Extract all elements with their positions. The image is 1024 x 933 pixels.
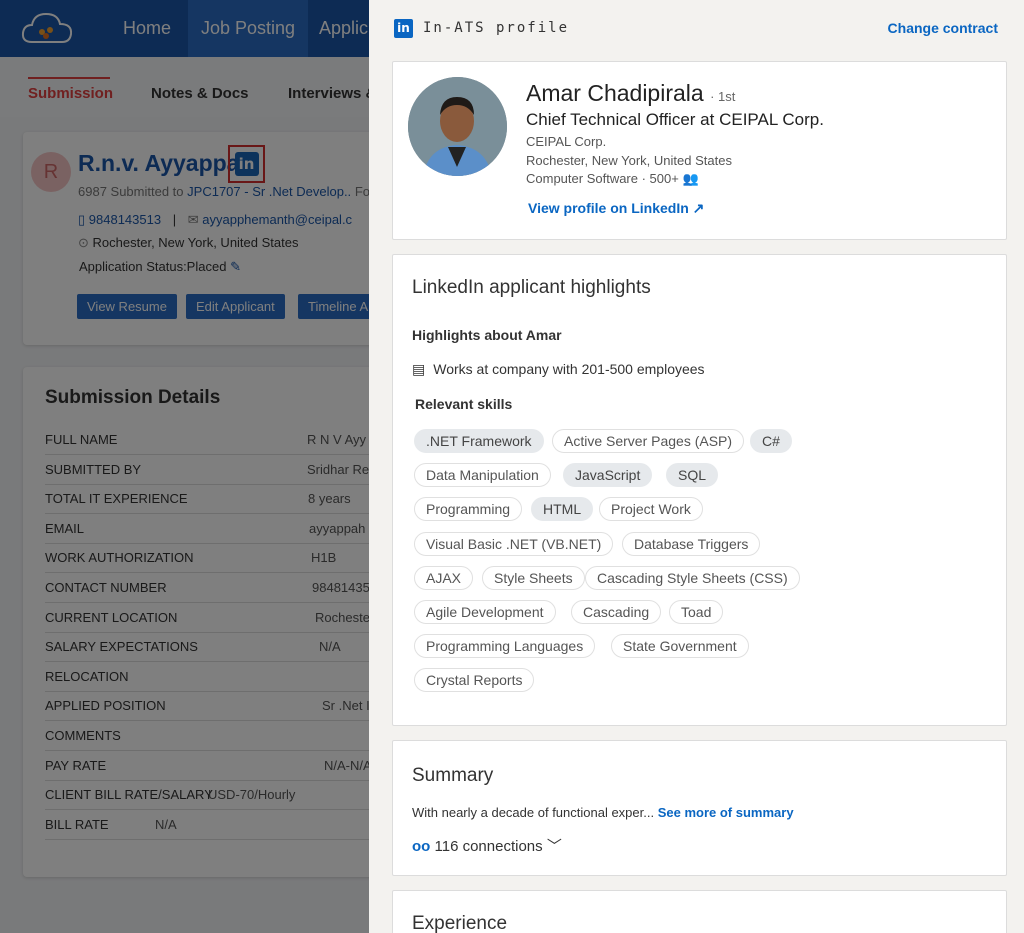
connections-count: 116 connections (434, 838, 543, 855)
skill-chip: SQL (666, 463, 719, 488)
skill-chip: .NET Framework (414, 429, 544, 453)
skill-chip: Crystal Reports (414, 668, 535, 693)
skill-chip: Programming Languages (414, 634, 596, 659)
skill-chip: Programming (414, 497, 523, 522)
change-contract-link[interactable]: Change contract (888, 20, 998, 36)
skill-chip: C# (750, 429, 792, 453)
experience-title: Experience (412, 913, 508, 933)
panel-header: in In-ATS profile Change contract (369, 0, 1024, 56)
profile-headline: Chief Technical Officer at CEIPAL Corp. (526, 110, 824, 129)
external-link-icon: ↗ (692, 200, 705, 216)
profile-location: Rochester, New York, United States (526, 153, 732, 168)
highlight-text: Works at company with 201-500 employees (433, 361, 705, 377)
profile-photo-image (408, 77, 507, 176)
see-more-link[interactable]: See more of summary (658, 805, 794, 820)
profile-name-text: Amar Chadipirala (526, 80, 704, 106)
profile-industry: Computer Software · 500+ (526, 171, 679, 186)
profile-photo (408, 77, 507, 176)
connections-icon: oo (412, 838, 431, 855)
skill-chip: Agile Development (414, 600, 556, 624)
highlights-card: LinkedIn applicant highlights Highlights… (392, 254, 1007, 726)
skill-chip: Style Sheets (482, 565, 585, 590)
linkedin-logo-icon: in (394, 19, 413, 38)
linkedin-panel: in In-ATS profile Change contract Amar C… (369, 0, 1024, 933)
summary-text-line: With nearly a decade of functional exper… (412, 805, 794, 820)
chevron-down-icon: ﹀ (546, 838, 562, 855)
highlight-item: ▤ Works at company with 201-500 employees (412, 361, 705, 378)
profile-name[interactable]: Amar Chadipirala · 1st (526, 80, 735, 107)
summary-text: With nearly a decade of functional exper… (412, 805, 655, 820)
skill-chip: Cascading Style Sheets (CSS) (585, 565, 800, 590)
skill-chip: Project Work (599, 497, 703, 522)
skill-chip: HTML (531, 497, 594, 522)
skill-chip: Data Manipulation (414, 463, 551, 488)
modal-backdrop[interactable] (0, 0, 369, 933)
view-profile-text: View profile on LinkedIn (528, 200, 689, 216)
skill-chip: State Government (611, 634, 749, 659)
connections-line[interactable]: oo 116 connections ﹀ (412, 835, 562, 856)
profile-company: CEIPAL Corp. (526, 134, 607, 149)
summary-card: Summary With nearly a decade of function… (392, 740, 1007, 876)
highlights-about-title: Highlights about Amar (412, 327, 562, 343)
experience-card: Experience (392, 890, 1007, 933)
skill-chip: Cascading (571, 600, 662, 624)
skill-chip: Active Server Pages (ASP) (552, 429, 745, 453)
skill-chip: Visual Basic .NET (VB.NET) (414, 531, 614, 556)
connection-degree: · 1st (710, 89, 736, 104)
skill-chip: AJAX (414, 565, 474, 590)
profile-industry-line: Computer Software · 500+ 👥 (526, 171, 699, 187)
relevant-skills-title: Relevant skills (415, 396, 513, 412)
highlights-title: LinkedIn applicant highlights (412, 277, 651, 298)
view-profile-link[interactable]: View profile on LinkedIn ↗ (528, 200, 704, 217)
people-icon: 👥 (682, 171, 699, 186)
app-root: Home Job Posting Applic Submission Notes… (0, 0, 1024, 933)
skill-chip: Database Triggers (622, 531, 761, 556)
skill-chip: JavaScript (563, 463, 653, 488)
skill-chip: Toad (669, 600, 724, 624)
panel-title: In-ATS profile (423, 20, 570, 36)
building-icon: ▤ (412, 361, 426, 377)
summary-title: Summary (412, 765, 494, 786)
profile-card: Amar Chadipirala · 1st Chief Technical O… (392, 61, 1007, 240)
